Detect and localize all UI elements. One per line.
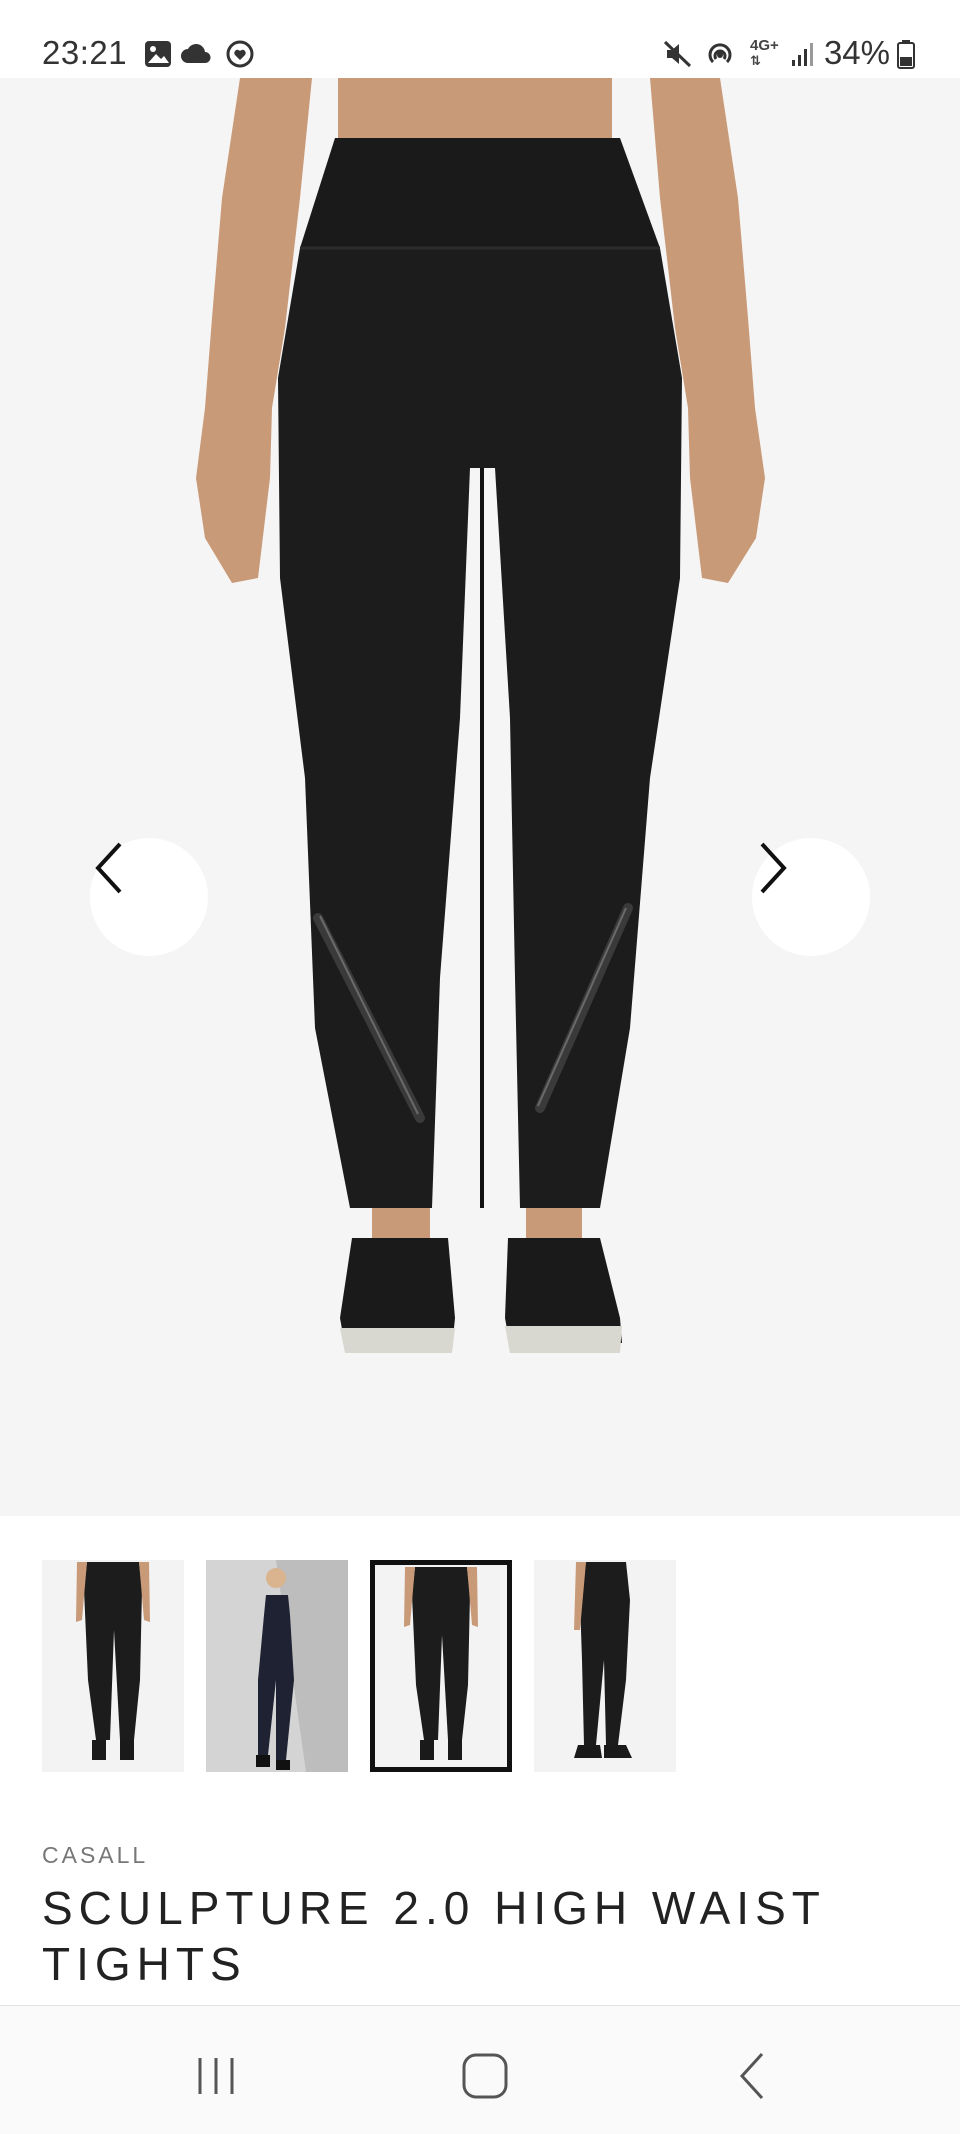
chevron-right-icon (760, 842, 787, 894)
battery-percent: 34% (823, 34, 890, 71)
thumbnail[interactable] (206, 1560, 348, 1772)
home-icon[interactable] (455, 2046, 515, 2106)
brand-name[interactable]: CASALL (42, 1842, 148, 1869)
thumbnail-side-image (534, 1560, 676, 1772)
prev-image-button[interactable] (90, 838, 208, 956)
network-4g-icon: 4G+ ⇅ (750, 37, 779, 68)
product-title: SCULPTURE 2.0 HIGH WAIST TIGHTS (42, 1882, 826, 1990)
signal-icon (792, 43, 813, 66)
hotspot-icon (708, 43, 732, 64)
gallery-icon (145, 41, 171, 67)
next-image-button[interactable] (752, 838, 870, 956)
back-icon[interactable] (724, 2046, 784, 2106)
network-label: 4G+ (750, 37, 779, 54)
thumbnail[interactable] (534, 1560, 676, 1772)
thumbnail-model-image (206, 1560, 348, 1772)
chevron-left-icon (95, 842, 122, 894)
thumbnail[interactable] (42, 1560, 184, 1772)
status-bar: 23:21 4G+ ⇅ 34% (0, 0, 960, 78)
product-image[interactable] (0, 78, 960, 1516)
recent-apps-icon[interactable] (186, 2046, 246, 2106)
thumbnail-back-image (375, 1565, 507, 1767)
status-time: 23:21 (42, 34, 128, 71)
mute-icon (663, 40, 692, 68)
thumbnail-front-image (42, 1560, 184, 1772)
thumbnail[interactable] (370, 1560, 512, 1772)
battery-icon (897, 40, 915, 69)
product-photo (196, 78, 765, 1353)
health-icon (226, 40, 254, 68)
cloud-icon (181, 44, 211, 63)
system-navigation-bar (0, 2005, 960, 2134)
